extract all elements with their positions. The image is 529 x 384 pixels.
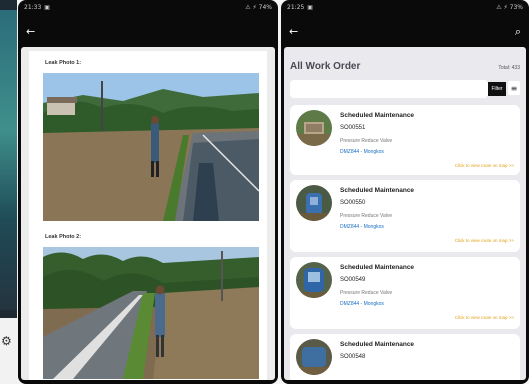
work-order-type: Pressure Reduce Valve <box>340 213 393 219</box>
work-order-photo <box>296 185 332 221</box>
work-order-card[interactable]: Scheduled Maintenance SO00551 Pressure R… <box>290 105 520 175</box>
search-icon[interactable]: ⌕ <box>515 26 521 37</box>
status-indicators: ⚠ ⚡ 74% <box>245 4 272 11</box>
arrow-left-icon[interactable]: ← <box>26 26 35 37</box>
leak-photo-1[interactable] <box>43 73 259 221</box>
work-order-photo <box>296 262 332 298</box>
notification-icon: ▣ <box>307 4 313 11</box>
view-route-link[interactable]: Click to view route on map >> <box>455 315 514 320</box>
work-order-code: SO00550 <box>340 200 366 206</box>
partial-screen-panel <box>0 318 17 384</box>
work-order-title: Scheduled Maintenance <box>340 264 415 271</box>
notification-icon: ▣ <box>44 4 50 11</box>
status-bar: 21:33 ▣ ⚠ ⚡ 74% <box>18 0 278 15</box>
leak-photo-2[interactable] <box>43 247 259 379</box>
search-input[interactable] <box>290 80 488 98</box>
work-order-title: Scheduled Maintenance <box>340 112 415 119</box>
leak-photo-document[interactable]: Leak Photo 1: Leak Photo 2: <box>21 47 275 380</box>
work-order-card[interactable]: Scheduled Maintenance SO00550 Pressure R… <box>290 180 520 252</box>
work-order-location[interactable]: DMZ844 - Mongkos <box>340 301 384 307</box>
filter-button[interactable]: Filter <box>488 82 506 96</box>
status-bar: 21:25 ▣ ⚠ ⚡ 73% <box>281 0 529 15</box>
app-bar: ← <box>18 15 278 47</box>
work-order-type: Pressure Reduce Valve <box>340 290 393 296</box>
work-order-card[interactable]: Scheduled Maintenance SO00549 Pressure R… <box>290 257 520 329</box>
work-order-photo <box>296 339 332 375</box>
work-order-location[interactable]: DMZ844 - Mongkos <box>340 224 384 230</box>
phone-work-orders: 21:25 ▣ ⚠ ⚡ 73% ← ⌕ All Work Order Total… <box>281 0 529 384</box>
status-time: 21:33 <box>24 4 42 11</box>
total-count: Total: 433 <box>498 65 520 71</box>
left-edge-partial-screen: ⚙ <box>0 0 17 384</box>
work-order-code: SO00549 <box>340 277 366 283</box>
sort-icon[interactable]: ≡ <box>508 81 520 95</box>
work-order-location[interactable]: DMZ844 - Mongkos <box>340 149 384 155</box>
work-order-type: Pressure Reduce Valve <box>340 138 393 144</box>
work-order-photo <box>296 110 332 146</box>
leak-photo-1-label: Leak Photo 1: <box>45 60 82 66</box>
status-time: 21:25 <box>287 4 305 11</box>
status-indicators: ⚠ ⚡ 73% <box>496 4 523 11</box>
leak-photo-2-label: Leak Photo 2: <box>45 234 82 240</box>
page-title: All Work Order <box>290 61 361 72</box>
gear-icon: ⚙ <box>1 334 12 348</box>
work-order-title: Scheduled Maintenance <box>340 341 415 348</box>
partial-screen-image <box>0 10 17 310</box>
app-bar: ← ⌕ <box>281 15 529 47</box>
view-route-link[interactable]: Click to view route on map >> <box>455 238 514 243</box>
work-order-code: SO00551 <box>340 125 366 131</box>
arrow-left-icon[interactable]: ← <box>289 26 298 37</box>
work-order-screen: All Work Order Total: 433 Filter ≡ Sched… <box>284 47 526 380</box>
work-order-code: SO00548 <box>340 354 366 360</box>
phone-leak-photos: 21:33 ▣ ⚠ ⚡ 74% ← Leak Photo 1: Leak Pho… <box>18 0 278 384</box>
screenshot-stage: ⚙ 21:33 ▣ ⚠ ⚡ 74% ← Leak Photo 1: Leak P… <box>0 0 529 384</box>
work-order-title: Scheduled Maintenance <box>340 187 415 194</box>
work-order-card[interactable]: Scheduled Maintenance SO00548 <box>290 334 520 380</box>
document-page: Leak Photo 1: Leak Photo 2: <box>29 51 267 380</box>
view-route-link[interactable]: Click to view route on map >> <box>455 163 514 168</box>
